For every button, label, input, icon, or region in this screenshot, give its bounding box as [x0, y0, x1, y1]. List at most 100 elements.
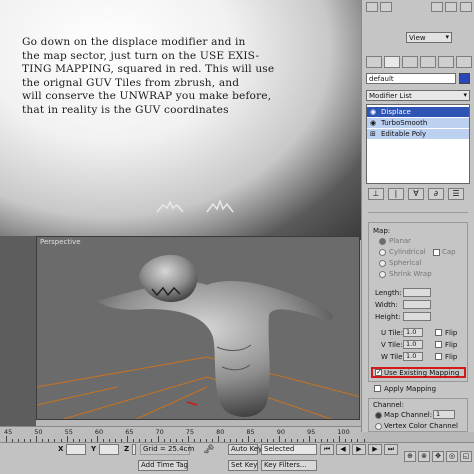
length-spinner[interactable] — [403, 288, 431, 297]
go-to-end-icon[interactable]: ⏭ — [384, 444, 398, 455]
timeline-tick-label: 85 — [246, 428, 255, 436]
toolbar-button[interactable] — [366, 2, 378, 12]
auto-key-button[interactable]: Auto Key — [228, 444, 262, 455]
light-bulb-icon[interactable]: ◉ — [370, 119, 376, 127]
expand-plus-icon[interactable]: ⊞ — [370, 130, 376, 138]
vtile-flip-checkbox[interactable] — [435, 341, 442, 348]
radio-label: Spherical — [389, 259, 422, 267]
zoom-all-icon[interactable]: ⊗ — [418, 451, 430, 462]
height-spinner[interactable] — [403, 312, 431, 321]
tab-modify[interactable] — [384, 56, 400, 68]
radio-cylindrical[interactable] — [379, 249, 386, 256]
next-frame-icon[interactable]: ▶ — [368, 444, 382, 455]
key-icon: 🗝 — [203, 445, 215, 455]
wtile-flip-checkbox[interactable] — [435, 353, 442, 360]
radio-spherical[interactable] — [379, 260, 386, 267]
vertex-color-label: Vertex Color Channel — [384, 422, 458, 430]
command-panel-tabs — [366, 56, 472, 68]
use-existing-mapping-checkbox[interactable]: ✓ — [375, 369, 382, 376]
radio-planar[interactable] — [379, 238, 386, 245]
toolbar-button[interactable] — [431, 2, 443, 12]
x-coord-label: X — [58, 445, 64, 453]
wtile-spinner[interactable]: 1.0 — [403, 352, 423, 361]
toolbar-button[interactable] — [380, 2, 392, 12]
perspective-viewport[interactable]: Perspective — [36, 236, 360, 420]
timeline-tick-label: 75 — [185, 428, 195, 436]
timeline-tick-label: 60 — [94, 428, 104, 436]
configure-sets-icon[interactable]: ☰ — [448, 188, 464, 200]
caption-line: that in reality is the GUV coordinates — [22, 103, 229, 116]
utile-spinner[interactable]: 1.0 — [403, 328, 423, 337]
width-spinner[interactable] — [403, 300, 431, 309]
y-coord-label: Y — [91, 445, 97, 453]
tab-display[interactable] — [438, 56, 454, 68]
stack-item-turbosmooth[interactable]: ◉ TurboSmooth — [367, 118, 469, 128]
radio-map-channel[interactable] — [375, 412, 382, 419]
ghost-model-icon — [206, 200, 234, 213]
key-filters-button[interactable]: Key Filters... — [261, 460, 317, 471]
tab-hierarchy[interactable] — [402, 56, 418, 68]
map-channel-spinner[interactable]: 1 — [433, 410, 455, 419]
modifier-list-dropdown[interactable]: Modifier List ▾ — [366, 90, 470, 101]
cap-checkbox[interactable] — [433, 249, 440, 256]
channel-group-title: Channel: — [373, 401, 405, 409]
light-bulb-icon[interactable]: ◉ — [370, 108, 376, 116]
go-to-start-icon[interactable]: ⏮ — [320, 444, 334, 455]
maximize-viewport-icon[interactable]: ◱ — [460, 451, 472, 462]
stack-item-label: TurboSmooth — [381, 119, 428, 127]
toolbar-button[interactable] — [445, 2, 457, 12]
show-end-result-icon[interactable]: ∣ — [388, 188, 404, 200]
z-coord-field[interactable] — [132, 444, 136, 455]
flip-label: Flip — [445, 341, 458, 349]
caption-line: TING MAPPING, squared in red. This will … — [22, 63, 275, 76]
remove-modifier-icon[interactable]: ∂ — [428, 188, 444, 200]
selected-dropdown[interactable]: Selected — [261, 444, 317, 455]
make-unique-icon[interactable]: ∀ — [408, 188, 424, 200]
stack-item-label: Displace — [381, 108, 411, 116]
timeline-tick-label: 55 — [64, 428, 73, 436]
grid-size-readout: Grid = 25.4cm — [140, 444, 194, 455]
tab-motion[interactable] — [420, 56, 436, 68]
vtile-spinner[interactable]: 1.0 — [403, 340, 423, 349]
object-name: default — [369, 75, 394, 83]
play-icon[interactable]: ▶ — [352, 444, 366, 455]
apply-mapping-checkbox[interactable] — [374, 385, 381, 392]
utile-label: U Tile: — [381, 329, 403, 337]
pin-stack-icon[interactable]: ⊥ — [368, 188, 384, 200]
toolbar-button[interactable] — [460, 2, 472, 12]
wtile-label: W Tile: — [381, 353, 405, 361]
previous-frame-icon[interactable]: ◀ — [336, 444, 350, 455]
timeline-tick-label: 45 — [4, 428, 13, 436]
stack-item-editable-poly[interactable]: ⊞ Editable Poly — [367, 129, 469, 139]
timeline-tick-label: 100 — [337, 428, 350, 436]
stack-item-label: Editable Poly — [381, 130, 427, 138]
view-dropdown[interactable]: View ▾ — [406, 32, 452, 43]
pan-icon[interactable]: ✥ — [432, 451, 444, 462]
stack-item-displace[interactable]: ◉ Displace — [367, 107, 469, 117]
utile-flip-checkbox[interactable] — [435, 329, 442, 336]
status-bar: X Y Z Grid = 25.4cm 🗝 Auto Key Selected … — [0, 442, 474, 474]
set-key-button[interactable]: Set Key — [228, 460, 258, 471]
object-name-field[interactable]: default — [366, 73, 456, 84]
tab-create[interactable] — [366, 56, 382, 68]
timeline-track[interactable]: 45 50 55 60 65 70 75 80 85 90 95 100 — [0, 426, 365, 442]
y-coord-field[interactable] — [99, 444, 119, 455]
tab-utilities[interactable] — [456, 56, 472, 68]
grid-lines — [37, 356, 359, 419]
width-label: Width: — [375, 301, 398, 309]
object-color-swatch[interactable] — [459, 73, 470, 84]
timeline-tick-label: 80 — [216, 428, 225, 436]
zoom-icon[interactable]: ⊕ — [404, 451, 416, 462]
flip-label: Flip — [445, 353, 458, 361]
add-time-tag-button[interactable]: Add Time Tag — [138, 460, 188, 471]
command-panel: View ▾ default Modifier List ▾ ◉ Displac… — [361, 0, 474, 432]
rollout-divider — [368, 212, 468, 220]
caption-line: will conserve the UNWRAP you make before… — [22, 90, 272, 103]
radio-shrink-wrap[interactable] — [379, 271, 386, 278]
orbit-icon[interactable]: ◎ — [446, 451, 458, 462]
radio-vertex-color-channel[interactable] — [375, 423, 382, 430]
ghost-model-icon — [156, 200, 184, 213]
timeline-tick-label: 90 — [276, 428, 285, 436]
z-coord-label: Z — [124, 445, 130, 453]
x-coord-field[interactable] — [66, 444, 86, 455]
